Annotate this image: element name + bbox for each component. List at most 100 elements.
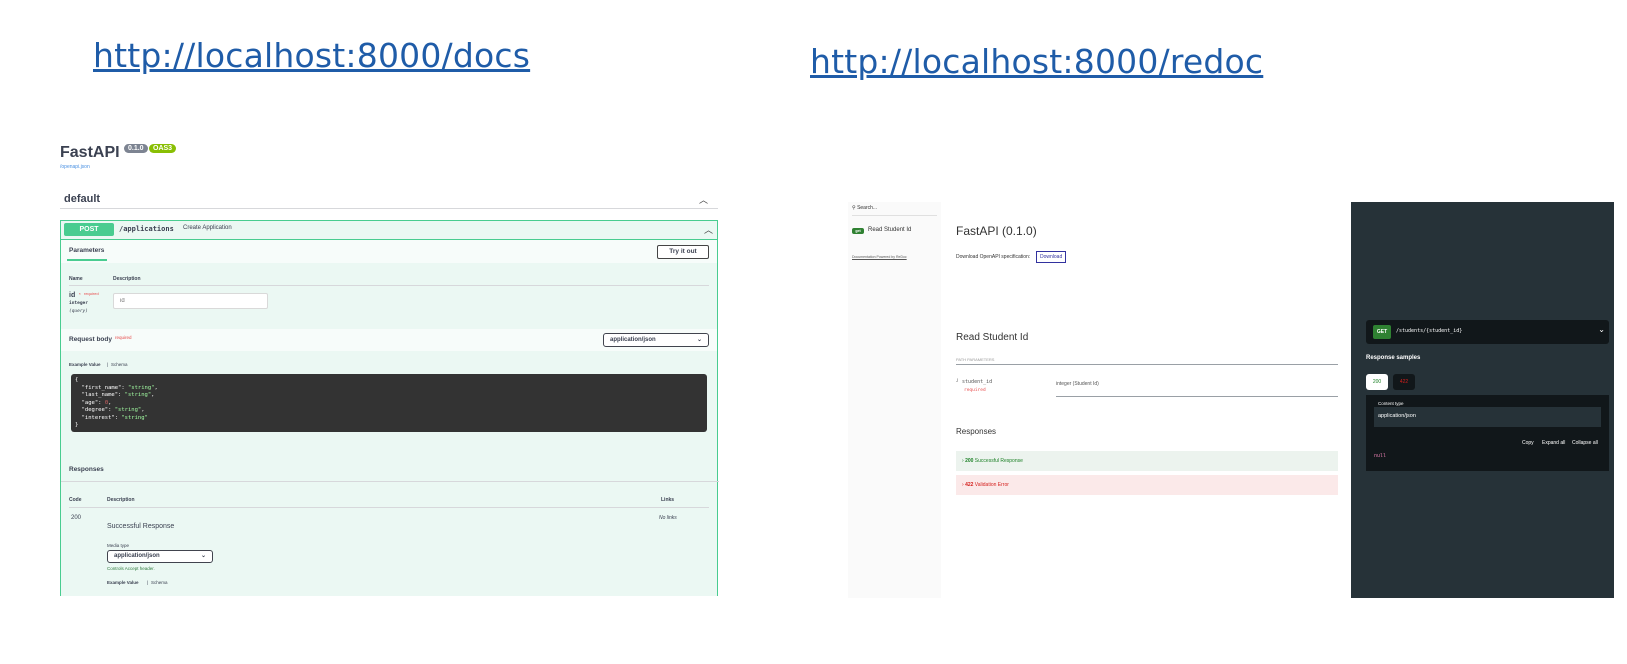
responses-bar: Responses	[61, 459, 717, 481]
divider	[956, 364, 1338, 365]
col-links-header: Links	[661, 497, 675, 503]
content-type-value: application/json	[1378, 413, 1416, 419]
divider	[1056, 396, 1338, 397]
operation-title: Read Student Id	[956, 332, 1029, 343]
content-type-box[interactable]: application/json	[1374, 407, 1601, 427]
param-location: (query)	[69, 309, 88, 314]
redoc-content: FastAPI (0.1.0) Download OpenAPI specifi…	[956, 202, 1338, 598]
request-body-bar: Request body required application/json ⌄	[61, 329, 717, 351]
search-icon: ⚲	[852, 205, 856, 211]
get-method-badge: GET	[1373, 325, 1391, 339]
param-type: integer	[69, 301, 88, 306]
tab-divider: |	[107, 362, 109, 367]
col-description-header: Description	[107, 497, 135, 503]
media-type-value: application/json	[114, 553, 160, 559]
divider	[69, 285, 709, 286]
response-sample-box: Content type application/json Copy Expan…	[1366, 395, 1609, 471]
param-type: integer (Student Id)	[1056, 381, 1099, 387]
redoc-url-link[interactable]: http://localhost:8000/redoc	[810, 42, 1263, 81]
param-name: ┘ student_id	[956, 379, 993, 385]
copy-button[interactable]: Copy	[1522, 440, 1534, 446]
chevron-down-icon: ⌄	[696, 337, 702, 343]
response-422-row[interactable]: › 422 Validation Error	[956, 475, 1338, 495]
search-placeholder: Search...	[857, 205, 878, 211]
parameters-bar: Parameters Try it out	[61, 240, 717, 263]
version-badge: 0.1.0	[124, 144, 148, 153]
content-type-value: application/json	[610, 337, 656, 343]
id-input[interactable]	[113, 293, 268, 309]
divider	[61, 481, 719, 482]
operation-path: /applications	[119, 225, 174, 233]
chevron-up-icon[interactable]: ︿	[699, 193, 708, 206]
api-title: FastAPI (0.1.0)	[956, 224, 1037, 238]
response-200-text: Successful Response	[974, 458, 1023, 464]
request-body-required: required	[115, 335, 132, 340]
required-star: *	[79, 292, 81, 297]
response-code: 200	[71, 515, 82, 521]
method-badge: POST	[64, 223, 114, 236]
response-422-code: 422	[965, 482, 974, 488]
content-type-label: Content type	[1378, 401, 1404, 406]
section-default[interactable]: default ︿	[60, 190, 718, 209]
operation-header[interactable]: POST /applications Create Application ︿	[61, 221, 717, 240]
collapse-all-button[interactable]: Collapse all	[1572, 440, 1598, 446]
code-200-tab[interactable]: 200	[1366, 374, 1388, 390]
tab-parameters[interactable]: Parameters	[69, 247, 104, 254]
redoc-panel: ⚲ Search... get Read Student Id Document…	[848, 202, 1614, 598]
param-required: required	[964, 388, 986, 393]
tab-example-value[interactable]: Example Value	[69, 362, 101, 367]
request-body-label: Request body	[69, 336, 112, 343]
openapi-json-link[interactable]: /openapi.json	[60, 164, 90, 170]
controls-accept-text: Controls Accept header.	[107, 566, 155, 571]
param-required: required	[84, 291, 99, 296]
redoc-sidebar: ⚲ Search... get Read Student Id Document…	[848, 202, 941, 598]
oas-badge: OAS3	[149, 144, 177, 153]
download-button[interactable]: Download	[1036, 251, 1067, 263]
divider	[69, 507, 709, 508]
content-type-select[interactable]: application/json ⌄	[603, 333, 709, 347]
response-description: Successful Response	[107, 523, 175, 530]
expand-all-button[interactable]: Expand all	[1542, 440, 1565, 446]
media-type-select[interactable]: application/json ⌄	[107, 550, 213, 563]
tab-underline	[67, 259, 107, 261]
redoc-right-panel: GET /students/{student_id} ⌄ Response sa…	[1351, 202, 1614, 598]
docs-url-link[interactable]: http://localhost:8000/docs	[93, 36, 530, 75]
col-name-header: Name	[69, 276, 83, 282]
endpoint-path: /students/{student_id}	[1396, 328, 1463, 334]
tab-schema[interactable]: Schema	[111, 362, 128, 367]
response-200-row[interactable]: › 200 Successful Response	[956, 451, 1338, 471]
chevron-right-icon: ›	[962, 458, 964, 464]
responses-label: Responses	[956, 427, 997, 436]
tab-divider: |	[147, 580, 149, 585]
footer-example-tab[interactable]: Example Value	[107, 580, 139, 585]
download-label: Download OpenAPI specification:	[956, 254, 1031, 260]
chevron-down-icon: ⌄	[200, 553, 206, 559]
operation-post-applications: POST /applications Create Application ︿ …	[60, 220, 719, 596]
code-422-tab[interactable]: 422	[1393, 374, 1415, 390]
operation-summary: Create Application	[183, 225, 232, 231]
endpoint-selector[interactable]: GET /students/{student_id} ⌄	[1366, 320, 1609, 344]
try-it-out-button[interactable]: Try it out	[657, 245, 709, 259]
col-code-header: Code	[69, 497, 82, 503]
chevron-up-icon[interactable]: ︿	[704, 223, 713, 236]
response-samples-label: Response samples	[1366, 355, 1421, 361]
menu-get-badge: get	[852, 228, 864, 234]
search-box[interactable]: ⚲ Search...	[852, 205, 937, 216]
example-json-block: { "first_name": "string", "last_name": "…	[71, 374, 707, 432]
null-value: null	[1374, 453, 1387, 459]
path-params-label: PATH PARAMETERS	[956, 357, 995, 362]
footer-schema-tab[interactable]: Schema	[151, 580, 168, 585]
param-name: id	[69, 292, 76, 299]
swagger-title: FastAPI	[60, 144, 120, 161]
col-description-header: Description	[113, 276, 141, 282]
media-type-label: Media type	[107, 543, 130, 548]
no-links-text: No links	[659, 515, 677, 521]
response-200-code: 200	[965, 458, 974, 464]
powered-by-link[interactable]: Documentation Powered by ReDoc	[852, 255, 907, 259]
chevron-down-icon: ⌄	[1598, 325, 1605, 334]
response-422-text: Validation Error	[974, 482, 1009, 488]
section-title: default	[64, 193, 101, 205]
responses-label: Responses	[69, 466, 104, 473]
swagger-ui-panel: FastAPI 0.1.0 OAS3 /openapi.json default…	[60, 138, 720, 596]
menu-item-read-student-id[interactable]: Read Student Id	[868, 227, 911, 233]
